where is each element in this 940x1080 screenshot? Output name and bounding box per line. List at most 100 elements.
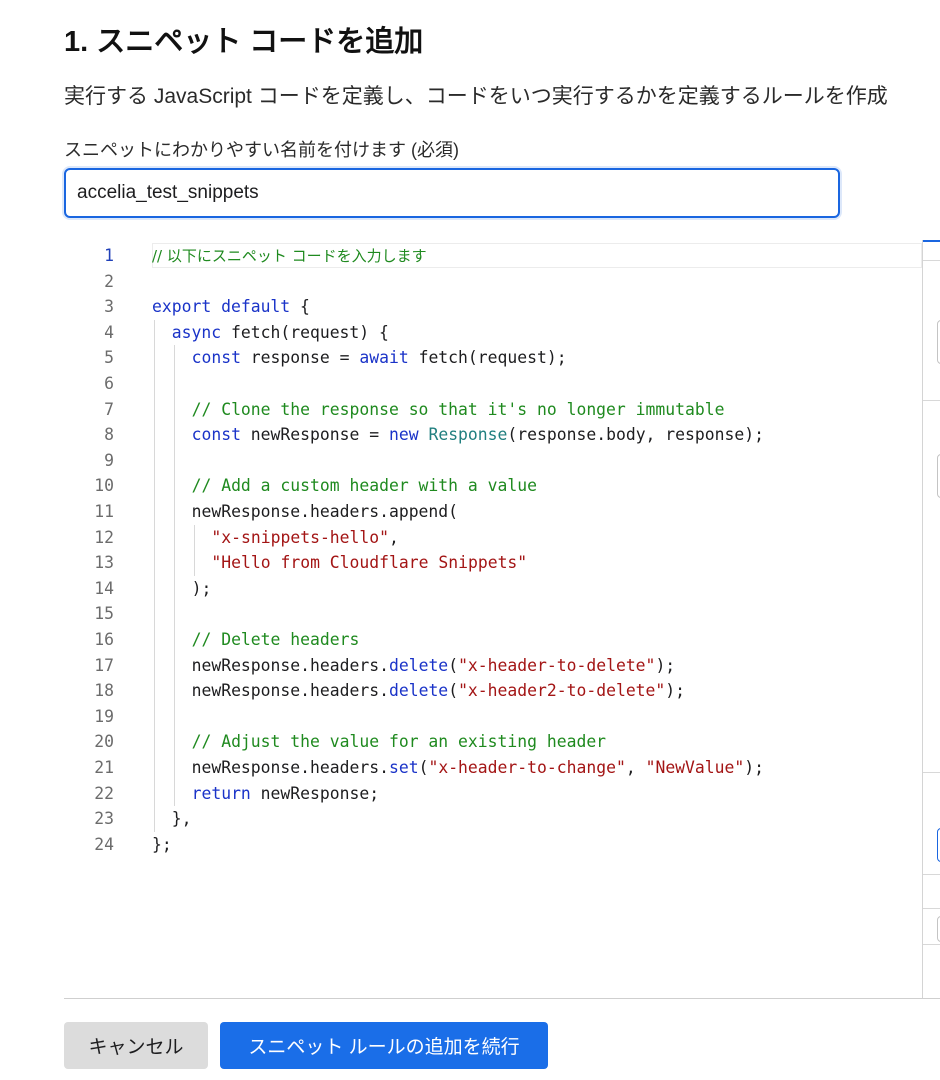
code-text: "x-snippets-hello", [211,525,399,551]
code-token: newResponse.headers.append( [191,502,459,521]
indent-guide [173,345,175,807]
code-text: const newResponse = new Response(respons… [192,422,764,448]
code-text: newResponse.headers.append( [192,499,458,525]
footer-divider [64,998,940,999]
line-number: 8 [104,425,114,445]
code-token: (response.body, response); [507,425,764,445]
line-number: 9 [104,450,114,470]
side-panel-divider [923,260,940,261]
code-token: // Delete headers [191,630,360,649]
code-token: newResponse.headers. [191,681,389,701]
code-token: await [359,348,409,368]
code-token: // Adjust the value for an existing head… [191,732,607,752]
code-text: // 以下にスニペット コードを入力します [152,243,427,270]
code-token: ); [655,655,676,675]
code-token: "NewValue" [645,758,745,777]
line-number: 1 [104,246,114,265]
code-token: "x-snippets-hello" [211,527,390,547]
code-text: // Adjust the value for an existing head… [192,729,606,755]
code-token: fetch(request) { [221,322,389,342]
line-number: 16 [94,630,114,649]
side-panel-divider [923,874,940,875]
code-token: export [152,297,212,317]
code-token: delete [388,681,449,701]
line-number: 18 [94,681,114,701]
line-number: 3 [104,297,114,317]
code-token: "Hello from Cloudflare Snippets" [211,553,528,573]
code-text: // Delete headers [192,627,360,653]
code-text: export default { [152,294,310,320]
code-token: return [191,783,251,803]
code-text: newResponse.headers.delete("x-header-to-… [192,653,676,679]
side-panel-divider [923,908,940,909]
code-token: delete [388,655,449,675]
code-text: newResponse.headers.delete("x-header2-to… [192,678,685,704]
code-text: }; [152,832,172,858]
snippet-name-input[interactable] [64,168,840,218]
code-token: "x-header-to-change" [428,758,626,777]
code-token: , [389,527,399,547]
line-number: 19 [94,706,114,726]
code-text: // Add a custom header with a value [192,473,537,499]
line-number: 4 [104,322,114,342]
line-number: 5 [104,348,114,368]
code-token: ); [744,758,765,777]
line-number: 24 [94,834,114,854]
code-token: newResponse; [250,783,380,803]
code-token: }; [152,834,172,854]
code-token: // 以下にスニペット コードを入力します [152,247,427,265]
code-text: ); [192,576,212,602]
code-editor[interactable]: 1 // 以下にスニペット コードを入力します 2 3 export default {… [64,240,922,998]
code-token: }, [171,809,192,829]
code-token: fetch(request); [408,348,567,368]
line-number: 15 [94,604,114,624]
code-token: { [290,297,310,317]
code-token: ( [418,758,429,777]
side-panel-tab-indicator [923,240,940,242]
code-token: Response [428,425,508,445]
side-panel-divider [923,400,940,401]
line-number: 22 [94,783,114,803]
code-token: , [625,758,646,777]
line-number: 17 [94,655,114,675]
section-description: 実行する JavaScript コードを定義し、コードをいつ実行するかを定義する… [64,85,888,108]
line-number: 6 [104,374,114,393]
code-text: newResponse.headers.set("x-header-to-cha… [192,755,764,781]
code-text: // Clone the response so that it's no lo… [192,397,725,423]
code-token: newResponse.headers. [191,655,389,675]
code-token: new [388,425,419,445]
code-text: return newResponse; [192,781,380,807]
code-token: const [191,425,241,445]
code-token: const [191,348,241,368]
line-number: 21 [94,758,114,777]
code-token: response = [240,348,360,368]
code-text: async fetch(request) { [172,320,389,346]
indent-guide [154,319,155,832]
line-number: 10 [94,476,114,496]
code-token: async [171,322,222,342]
code-token: newResponse.headers. [191,758,389,777]
code-token: ); [191,578,212,598]
line-number: 13 [94,553,114,573]
code-token: "x-header-to-delete" [458,655,656,675]
code-token: ( [448,655,459,675]
code-text: const response = await fetch(request); [192,345,567,371]
side-panel-edge [922,240,940,998]
code-token: // Clone the response so that it's no lo… [191,399,725,419]
code-text: "Hello from Cloudflare Snippets" [211,550,527,576]
indent-guide [193,524,195,576]
side-panel-divider [923,772,940,773]
continue-button[interactable]: スニペット ルールの追加を続行 [220,1022,548,1069]
section-title: 1. スニペット コードを追加 [64,26,424,58]
line-number: 7 [104,399,114,419]
side-panel-divider [923,944,940,945]
line-number: 23 [94,809,114,829]
line-number: 12 [94,527,114,547]
cancel-button[interactable]: キャンセル [64,1022,208,1069]
code-token: // Add a custom header with a value [191,476,537,496]
line-number: 11 [94,502,114,521]
code-token: ); [665,681,686,701]
snippet-name-label: スニペットにわかりやすい名前を付けます (必須) [64,140,459,160]
